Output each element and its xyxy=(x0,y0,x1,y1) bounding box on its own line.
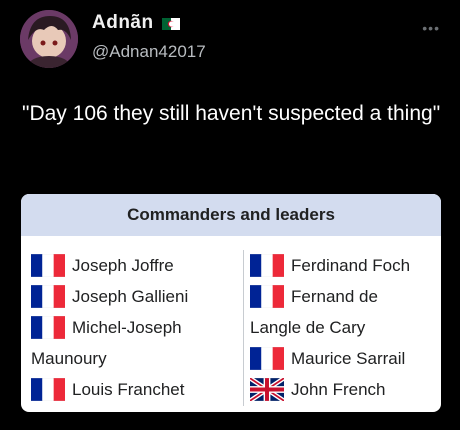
commander-line: Michel-Joseph xyxy=(31,312,231,343)
france-flag-icon xyxy=(250,254,284,277)
uk-flag-icon xyxy=(250,378,284,401)
infobox-card: Commanders and leaders Joseph Joffre Jose… xyxy=(21,194,441,412)
commander-entry[interactable]: Fernand de Langle de Cary xyxy=(250,281,441,343)
france-flag-icon xyxy=(250,285,284,308)
france-flag-icon xyxy=(31,254,65,277)
left-column: Joseph Joffre Joseph Gallieni Michel-Josep… xyxy=(31,250,231,405)
commander-name[interactable]: John French xyxy=(291,374,386,405)
avatar[interactable] xyxy=(20,10,78,68)
france-flag-icon xyxy=(31,378,65,401)
france-flag-icon xyxy=(31,285,65,308)
commander-entry[interactable]: Joseph Gallieni xyxy=(31,281,231,312)
commander-entry[interactable]: Louis Franchet xyxy=(31,374,231,405)
name-row: Adnãn xyxy=(92,12,180,34)
commander-name[interactable]: Louis Franchet xyxy=(72,374,184,405)
commander-entry[interactable]: Joseph Joffre xyxy=(31,250,231,281)
commander-line: Langle de Cary xyxy=(250,312,441,343)
commander-name[interactable]: Michel-Joseph xyxy=(72,312,182,343)
commander-line: Maurice Sarrail xyxy=(250,343,441,374)
anime-avatar-icon xyxy=(20,10,78,68)
commander-line: Joseph Joffre xyxy=(31,250,231,281)
column-divider xyxy=(243,250,244,406)
commander-entry[interactable]: John French xyxy=(250,374,441,405)
commander-name[interactable]: Maunoury xyxy=(31,343,107,374)
tweet-text: "Day 106 they still haven't suspected a … xyxy=(22,102,441,125)
display-name[interactable]: Adnãn xyxy=(92,12,154,34)
user-handle[interactable]: @Adnan42017 xyxy=(92,42,206,62)
france-flag-icon xyxy=(250,347,284,370)
commander-line: Maunoury xyxy=(31,343,231,374)
right-column: Ferdinand Foch Fernand de Langle de Cary Ma… xyxy=(250,250,441,405)
commander-entry[interactable]: Maurice Sarrail xyxy=(250,343,441,374)
commander-name[interactable]: Fernand de xyxy=(291,281,378,312)
commander-name[interactable]: Joseph Joffre xyxy=(72,250,174,281)
france-flag-icon xyxy=(31,316,65,339)
commander-line: Ferdinand Foch xyxy=(250,250,441,281)
commander-entry[interactable]: Ferdinand Foch xyxy=(250,250,441,281)
commander-line: John French xyxy=(250,374,441,405)
commander-name[interactable]: Joseph Gallieni xyxy=(72,281,188,312)
commander-entry[interactable]: Michel-Joseph Maunoury xyxy=(31,312,231,374)
commander-line: Fernand de xyxy=(250,281,441,312)
more-options-icon[interactable]: ••• xyxy=(422,20,440,36)
commander-name[interactable]: Ferdinand Foch xyxy=(291,250,410,281)
commander-name[interactable]: Langle de Cary xyxy=(250,312,365,343)
commander-name[interactable]: Maurice Sarrail xyxy=(291,343,405,374)
infobox-title: Commanders and leaders xyxy=(21,194,441,236)
commander-line: Louis Franchet xyxy=(31,374,231,405)
algeria-flag-icon xyxy=(161,17,180,30)
tweet: Adnãn @Adnan42017 ••• "Day 106 they stil… xyxy=(0,0,460,430)
commander-line: Joseph Gallieni xyxy=(31,281,231,312)
